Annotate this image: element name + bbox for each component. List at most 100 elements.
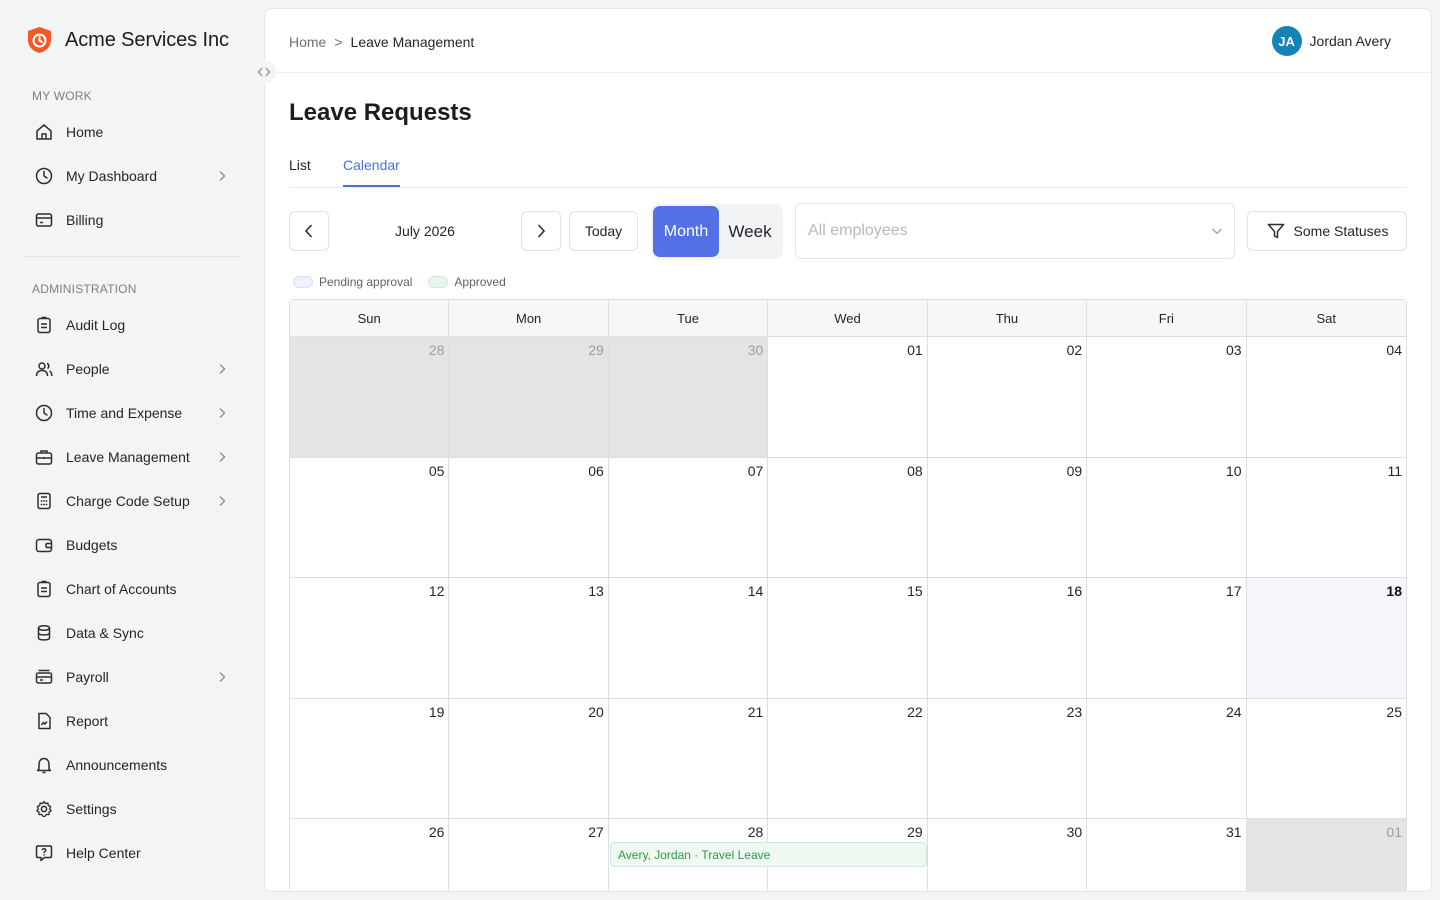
sidebar-item-leave-management[interactable]: Leave Management [24,437,240,477]
day-number: 16 [1066,583,1083,599]
calendar-day[interactable]: 20 [449,698,609,819]
day-number: 15 [907,583,923,599]
day-number: 30 [747,342,764,358]
calendar-day[interactable]: 07 [608,457,769,578]
calendar-view-toggle: Month Week [651,204,783,259]
calendar-day[interactable]: 17 [1087,578,1247,699]
calendar-day[interactable]: 16 [927,578,1088,699]
day-number: 26 [428,824,445,840]
calendar-day[interactable]: 05 [290,457,450,578]
sidebar-item-label: Settings [66,801,117,817]
calendar-day[interactable]: 06 [449,457,609,578]
sidebar-item-charge-code-setup[interactable]: Charge Code Setup [24,481,240,521]
calendar-day[interactable]: 03 [1087,337,1247,458]
section-label-my-work: MY WORK [32,89,92,103]
calendar-day[interactable]: 21 [608,698,769,819]
month-view-button[interactable]: Month [653,206,719,257]
calendar-day[interactable]: 11 [1246,458,1406,578]
top-bar: Home > Leave Management JA Jordan Avery [265,9,1431,73]
breadcrumb-home-link[interactable]: Home [289,34,326,50]
day-number: 30 [1066,824,1083,840]
report-icon [34,711,54,731]
sidebar-item-label: Help Center [66,845,141,861]
calendar-day[interactable]: 25 [1246,699,1406,819]
sidebar-item-my-dashboard[interactable]: My Dashboard [24,156,240,196]
calendar-day[interactable]: 27 [449,819,609,891]
calendar-day[interactable]: 31 [1087,819,1247,891]
sidebar-item-label: My Dashboard [66,168,158,184]
previous-month-button[interactable] [289,211,329,251]
leave-event[interactable]: Avery, Jordan · Travel Leave [610,842,927,867]
chevron-right-icon [214,168,230,184]
sidebar-item-label: Report [66,713,109,729]
calendar-day[interactable]: 13 [449,578,609,699]
day-number: 29 [588,342,604,358]
sidebar-item-billing[interactable]: Billing [24,200,240,240]
sidebar-item-payroll[interactable]: Payroll [24,657,240,697]
calendar-day[interactable]: 19 [290,698,450,819]
day-number: 22 [907,703,923,720]
sidebar-item-report[interactable]: Report [24,701,240,741]
day-number: 29 [907,824,923,840]
sidebar-item-home[interactable]: Home [24,112,240,152]
day-number: 23 [1066,703,1083,720]
sidebar-item-people[interactable]: People [24,349,240,389]
calendar-day[interactable]: 28 [290,337,450,458]
calendar-day[interactable]: 01 [1246,819,1406,891]
calendar-day[interactable]: 24 [1087,698,1247,819]
sidebar-item-label: Payroll [66,669,109,685]
payroll-icon [34,667,54,687]
calendar-day[interactable]: 15 [768,578,928,699]
sidebar-item-data-sync[interactable]: Data & Sync [24,613,240,653]
day-number: 10 [1225,462,1242,479]
employee-select[interactable]: All employees [795,203,1235,259]
calendar-day[interactable]: 12 [290,578,450,699]
sidebar-item-help-center[interactable]: Help Center [24,833,240,873]
calendar-day[interactable]: 10 [1087,457,1247,578]
calendar-day[interactable]: 29 [449,337,609,458]
calendar-day[interactable]: 23 [927,698,1088,819]
sidebar-item-audit-log[interactable]: Audit Log [24,305,240,345]
day-grid: 28 29 30 01 02 03 04 05 06 07 08 09 10 11 12 13 14 15 16 17… [290,337,1406,891]
calendar-day[interactable]: 30 [928,819,1088,891]
week-view-button[interactable]: Week [719,206,781,257]
sidebar-item-settings[interactable]: Settings [24,789,240,829]
brand[interactable]: Acme Services Inc [26,26,229,54]
calendar-day[interactable]: 04 [1246,337,1406,458]
calendar-day[interactable]: 30 [608,337,769,458]
calendar-day[interactable]: 26 [290,819,450,891]
weekday-label: Sun [290,300,450,336]
status-filter-button[interactable]: Some Statuses [1247,211,1407,251]
sidebar-item-label: People [66,361,110,377]
calendar-day[interactable]: 01 [768,337,928,458]
calendar-day[interactable]: 22 [768,698,928,819]
brand-name: Acme Services Inc [65,28,229,51]
user-menu[interactable]: JA Jordan Avery [1271,26,1391,56]
breadcrumb: Home > Leave Management [289,34,474,50]
weekday-label: Sat [1316,310,1337,326]
sidebar-collapse-toggle[interactable] [252,60,276,84]
weekday-label: Fri [1087,300,1247,336]
chevron-right-icon [214,449,230,465]
day-number: 12 [428,583,445,599]
calendar-day-today[interactable]: 18 [1246,578,1406,699]
calendar-day[interactable]: 09 [927,457,1088,578]
calendar-day[interactable]: 02 [927,337,1088,458]
sidebar-item-chart-of-accounts[interactable]: Chart of Accounts [24,569,240,609]
view-tabs: List Calendar [289,147,1407,188]
today-button[interactable]: Today [569,211,638,251]
next-month-button[interactable] [521,211,561,251]
tab-calendar[interactable]: Calendar [343,157,400,187]
calculator-icon [34,491,54,511]
help-icon [34,843,54,863]
calendar-day[interactable]: 08 [768,457,928,578]
sidebar-item-announcements[interactable]: Announcements [24,745,240,785]
tab-list[interactable]: List [289,157,311,185]
sidebar-item-budgets[interactable]: Budgets [24,525,240,565]
calendar-day[interactable]: 14 [608,578,769,699]
breadcrumb-separator: > [334,34,343,50]
day-number: 18 [1386,583,1402,599]
day-number: 04 [1386,342,1402,358]
day-number: 14 [747,583,764,599]
sidebar-item-time-and-expense[interactable]: Time and Expense [24,393,240,433]
